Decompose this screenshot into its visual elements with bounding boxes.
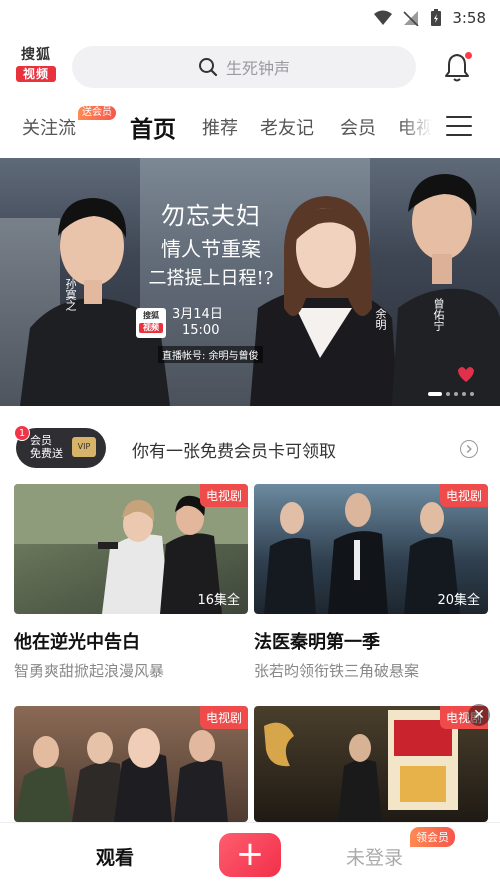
tab-friends[interactable]: 老友记 — [260, 114, 314, 140]
category-tag: 电视剧 — [199, 706, 248, 729]
hero-banner[interactable]: 勿忘夫妇 情人节重案 二搭提上日程!? 搜狐 视频 3月14日 15:00 直播… — [0, 158, 500, 406]
bottom-nav: 观看 + 未登录 领会员 — [0, 822, 500, 887]
logo-text-top: 搜狐 — [21, 47, 51, 63]
video-thumbnail: 电视剧 16集全 — [14, 484, 248, 614]
member-card-text: 会员 免费送 — [30, 434, 63, 460]
logo-text-bottom: 视频 — [16, 66, 56, 82]
app-logo[interactable]: 搜狐 视频 — [16, 46, 56, 86]
video-thumbnail: 电视剧 — [14, 706, 248, 822]
banner-subtitle: 直播帐号: 余明与曾俊 — [158, 346, 263, 363]
video-description: 智勇爽甜掀起浪漫风暴 — [14, 662, 165, 680]
notification-dot — [465, 52, 472, 59]
ad-close-button[interactable]: ✕ — [468, 704, 490, 726]
search-placeholder: 生死钟声 — [225, 59, 290, 78]
status-bar: 3:58 — [0, 0, 500, 36]
banner-title-line3: 二搭提上日程!? — [148, 268, 274, 289]
video-thumbnail: 电视剧 — [254, 706, 488, 822]
tabs-fade — [400, 104, 440, 148]
menu-line — [446, 116, 472, 118]
video-title: 法医秦明第一季 — [254, 632, 380, 653]
video-card[interactable]: 电视剧 — [14, 706, 248, 822]
member-card-message: 你有一张免费会员卡可领取 — [132, 442, 336, 462]
nav-watch-tab[interactable]: 观看 — [96, 843, 134, 870]
category-tag: 电视剧 — [199, 484, 248, 507]
pagination-dot — [454, 392, 458, 396]
pagination-dot — [470, 392, 474, 396]
banner-logo-top: 搜狐 — [143, 311, 159, 320]
member-count-badge: 1 — [14, 425, 30, 441]
video-description: 张若昀领衔铁三角破悬案 — [254, 662, 420, 680]
banner-sohu-logo: 搜狐 视频 — [136, 308, 166, 338]
banner-time: 15:00 — [182, 323, 220, 338]
banner-name-left: 孙寞之 — [64, 278, 77, 311]
category-tag: 电视剧 — [439, 484, 488, 507]
menu-line — [446, 134, 472, 136]
notification-bell-button[interactable] — [444, 52, 472, 82]
channel-tabs: 关注流 送会员 首页 推荐 老友记 会员 电视 — [0, 104, 500, 148]
channel-menu-button[interactable] — [446, 116, 472, 138]
member-card-bar[interactable]: 会员 免费送 VIP 1 你有一张免费会员卡可领取 — [0, 420, 500, 476]
banner-title-line1: 勿忘夫妇 — [161, 202, 261, 230]
episode-count: 16集全 — [197, 593, 240, 608]
banner-name-right: 曾佑宁 — [432, 298, 445, 331]
pagination-dot — [462, 392, 466, 396]
menu-line — [446, 125, 472, 127]
chevron-right-icon[interactable] — [460, 440, 478, 458]
banner-title-line2: 情人节重案 — [161, 237, 261, 261]
upload-plus-button[interactable]: + — [219, 833, 281, 877]
tab-follow[interactable]: 关注流 — [22, 114, 76, 140]
wifi-icon — [374, 10, 393, 25]
battery-icon — [431, 9, 442, 26]
top-bar: 搜狐 视频 生死钟声 — [0, 40, 500, 96]
video-card[interactable]: 电视剧 — [254, 706, 488, 822]
banner-pagination — [428, 392, 474, 396]
signal-icon — [403, 11, 419, 26]
status-time: 3:58 — [452, 9, 486, 27]
nav-login-tab[interactable]: 未登录 — [346, 843, 403, 870]
banner-title: 勿忘夫妇 情人节重案 二搭提上日程!? — [136, 196, 286, 290]
episode-count: 20集全 — [437, 593, 480, 608]
tab-follow-badge: 送会员 — [78, 106, 116, 120]
video-card[interactable]: 电视剧 16集全 他在逆光中告白 智勇爽甜掀起浪漫风暴 — [14, 484, 248, 681]
nav-login-badge: 领会员 — [410, 827, 455, 847]
pagination-dot — [446, 392, 450, 396]
video-thumbnail: 电视剧 20集全 — [254, 484, 488, 614]
tab-vip[interactable]: 会员 — [340, 114, 376, 140]
tab-home[interactable]: 首页 — [130, 110, 176, 144]
member-card-line1: 会员 — [30, 434, 52, 447]
member-card-line2: 免费送 — [30, 447, 63, 460]
search-bar[interactable]: 生死钟声 — [72, 46, 416, 88]
banner-logo-bottom: 视频 — [139, 323, 163, 333]
banner-name-mid: 余明 — [374, 308, 387, 330]
search-icon — [198, 58, 218, 77]
vip-card-icon: VIP — [72, 437, 96, 457]
video-card[interactable]: 电视剧 20集全 法医秦明第一季 张若昀领衔铁三角破悬案 — [254, 484, 488, 681]
pagination-dot-active — [428, 392, 442, 396]
video-title: 他在逆光中告白 — [14, 632, 140, 653]
banner-date: 3月14日 — [172, 307, 223, 322]
tab-recommend[interactable]: 推荐 — [202, 114, 238, 140]
